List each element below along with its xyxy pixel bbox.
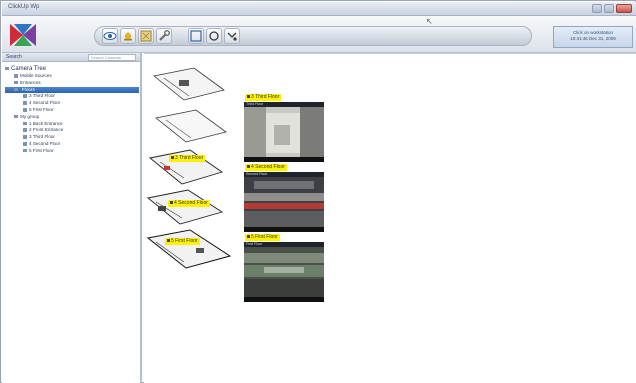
camera-tree-panel: Search Search Cameras Camera Tree Mobile … [2,53,142,383]
tree-node[interactable]: 4 Second Floor [5,141,139,148]
camera-search-input[interactable]: Search Cameras [88,54,136,61]
camera-group-icon [23,128,27,132]
camera-tile-first-floor[interactable]: First Floor [244,242,324,302]
camera-group-icon [14,74,18,78]
ptz-button[interactable] [224,28,240,44]
layout-button[interactable] [188,28,204,44]
tree-node-label: 3 Third Floor [29,93,55,99]
minimize-button[interactable] [592,4,602,13]
tree-root-icon [5,66,9,71]
eye-icon [103,32,117,40]
application-window: ClickUp Wp Click on workstation 10:41:46… [0,0,636,383]
window-controls [592,4,632,13]
floor-tag-third[interactable]: 3 Third Floor [169,155,206,162]
wrench-icon [159,30,170,41]
panel-header: Search Search Cameras [2,53,140,62]
status-box: Click on workstation 10:41:46 Dec 31, 20… [553,26,633,48]
tree-node-label: Entrances [20,79,41,85]
tree-node[interactable]: Camera Tree [5,65,139,73]
panel-header-label: Search [6,54,22,60]
tree-node[interactable]: My group [5,114,139,121]
tree-node-label: 5 First Floor [29,106,54,112]
status-line-2: 10:41:46 Dec 31, 2009 [570,36,616,41]
alarm-button[interactable] [120,28,136,44]
map-icon [140,30,152,42]
bell-icon [124,32,132,41]
tree-node-label: 2 Front Entrance [29,127,64,133]
refresh-icon [209,31,219,41]
camera-group-icon [23,142,27,146]
floor-plan-2 [146,189,224,225]
tree-node[interactable]: Entrances [5,80,139,87]
tree-node[interactable]: 5 First Floor [5,107,139,114]
app-logo-icon [10,24,36,46]
camera-tree: Camera Tree Mobile Sources Entrances Floors… [5,65,139,155]
tree-node-label: 5 First Floor [29,147,54,153]
tree-node[interactable]: 3 Third Floor [5,93,139,100]
tree-node[interactable]: 4 Second Floor [5,100,139,107]
tree-node[interactable]: 5 First Floor [5,148,139,155]
tree-node-label: Camera Tree [11,66,47,72]
window-title: ClickUp Wp [8,4,40,10]
live-view-button[interactable] [102,28,118,44]
tree-node-label: 3 Third Floor [29,134,55,140]
camera-tile-second-floor[interactable]: Second Floor [244,172,324,232]
tools-button[interactable] [156,28,172,44]
tree-node[interactable]: 3 Third Floor [5,134,139,141]
camera-group-icon [14,80,18,85]
toolbar: Click on workstation 10:41:46 Dec 31, 20… [2,16,636,53]
camera-group-icon [23,135,27,139]
camera-group-icon [14,114,18,119]
tree-node-label: Floors [22,86,35,92]
floor-tag-second[interactable]: 4 Second Floor [168,200,210,207]
layout-icon [190,30,202,42]
camera-tile-third-floor[interactable]: Third Floor [244,102,324,162]
floor-plan-4 [155,109,227,143]
ptz-icon [227,32,237,41]
tree-node-label: Mobile Sources [20,73,52,78]
tree-node[interactable]: 2 Front Entrance [5,127,139,134]
tree-node-label: 1 Back Entrance [29,120,63,126]
floor-plan-stack [146,67,232,269]
camera-group-icon [23,121,27,126]
camera-group-icon [23,148,27,153]
close-button[interactable] [616,4,632,13]
map-button[interactable] [138,28,154,44]
tree-node-label: My group [20,113,40,119]
camera-group-icon [23,101,27,105]
tree-node[interactable]: Mobile Sources [5,73,139,80]
camera-feed-image [244,107,324,157]
camera-group-icon [14,87,18,92]
maximize-button[interactable] [604,4,614,13]
camera-footer [244,297,324,302]
camera-feed-image [244,247,324,297]
floor-plan-1 [146,229,232,269]
title-bar: ClickUp Wp [2,2,636,16]
camera-group-icon [23,108,27,112]
floor-tag-first[interactable]: 5 First Floor [165,238,200,245]
mouse-pointer-icon: ↖ [426,17,433,26]
tree-node-label: 4 Second Floor [29,100,61,106]
refresh-button[interactable] [206,28,222,44]
camera-footer [244,157,324,162]
tree-node-label: 4 Second Floor [29,140,61,146]
camera-group-icon [23,94,27,98]
camera-tag-third[interactable]: 3 Third Floor [245,94,282,101]
map-view: 3 Third Floor 4 Second Floor 5 First Flo… [144,53,636,383]
camera-tag-second[interactable]: 4 Second Floor [245,164,287,171]
camera-tag-first[interactable]: 5 First Floor [245,234,280,241]
camera-feed-image [244,177,324,227]
camera-footer [244,227,324,232]
floor-plan-top [153,67,225,101]
tree-node[interactable]: Floors [5,86,139,94]
tree-node[interactable]: 1 Back Entrance [5,121,139,128]
